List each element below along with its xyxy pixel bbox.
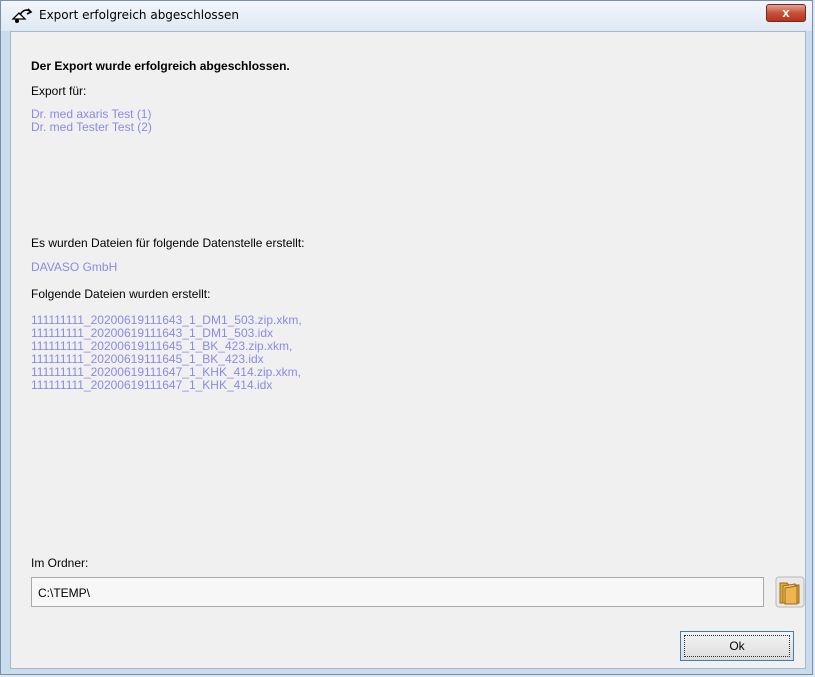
window-title: Export erfolgreich abgeschlossen: [39, 8, 239, 22]
close-button[interactable]: x: [766, 4, 806, 22]
title-bar[interactable]: Export erfolgreich abgeschlossen x: [1, 1, 812, 31]
close-icon: x: [782, 5, 790, 20]
export-for-label: Export für:: [31, 84, 87, 98]
folder-path-field[interactable]: C:\TEMP\: [31, 577, 764, 607]
list-item: Dr. med Tester Test (2): [31, 120, 152, 134]
files-label: Folgende Dateien wurden erstellt:: [31, 287, 211, 301]
ok-button-label: Ok: [684, 635, 790, 657]
export-icon: [11, 8, 33, 23]
list-item: 111111111_20200619111647_1_KHK_414.idx: [31, 378, 273, 392]
datastelle-value: DAVASO GmbH: [31, 260, 118, 274]
export-dialog-window: Export erfolgreich abgeschlossen x Der E…: [0, 0, 813, 675]
dialog-content: Der Export wurde erfolgreich abgeschloss…: [10, 31, 806, 669]
ok-button[interactable]: Ok: [680, 631, 794, 661]
folder-label: Im Ordner:: [31, 556, 89, 570]
files-list: 111111111_20200619111643_1_DM1_503.zip.x…: [31, 314, 302, 392]
datastelle-label: Es wurden Dateien für folgende Datenstel…: [31, 236, 305, 250]
export-for-list: Dr. med axaris Test (1) Dr. med Tester T…: [31, 108, 152, 134]
success-heading: Der Export wurde erfolgreich abgeschloss…: [31, 59, 290, 73]
folder-icon[interactable]: [775, 576, 805, 608]
